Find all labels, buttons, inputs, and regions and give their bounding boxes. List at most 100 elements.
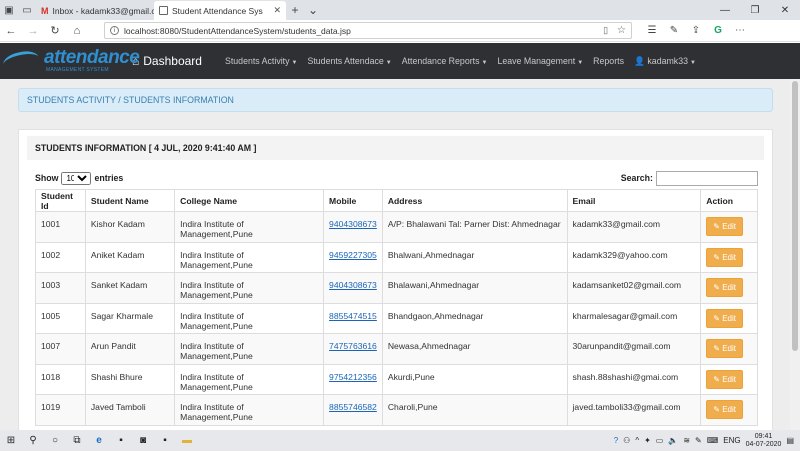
column-header[interactable]: Action (701, 190, 758, 212)
app-icon[interactable]: ◙ (132, 435, 154, 446)
edit-icon: ✎ (713, 283, 722, 292)
edit-button[interactable]: ✎ Edit (706, 370, 743, 389)
windows-start-icon[interactable]: ⊞ (0, 435, 22, 446)
notes-icon[interactable]: ✎ (664, 25, 684, 36)
url-field[interactable]: i localhost:8080/StudentAttendanceSystem… (104, 22, 632, 39)
address-cell: Bhalawani,Ahmednagar (382, 273, 567, 304)
app-navbar: attendance MANAGEMENT SYSTEM ⌂ Dashboard… (0, 43, 800, 79)
menu-attendance-reports[interactable]: Attendance Reports▼ (397, 56, 493, 67)
menu-leave-management[interactable]: Leave Management▼ (492, 56, 588, 67)
student-name-cell: Arun Pandit (85, 334, 174, 365)
column-header[interactable]: Mobile (324, 190, 383, 212)
page-icon (159, 6, 168, 15)
close-window-icon[interactable]: ✕ (770, 5, 800, 16)
column-header[interactable]: Student Id (36, 190, 86, 212)
dropbox-icon[interactable]: ✦ (644, 436, 651, 445)
tab-actions-icon[interactable]: ▣ (0, 0, 18, 20)
college-name-cell: Indira Institute of Management,Pune (175, 273, 324, 304)
column-header[interactable]: College Name (175, 190, 324, 212)
home-icon[interactable]: ⌂ (66, 25, 88, 37)
menu-students-attendance[interactable]: Students Attendace▼ (302, 56, 396, 67)
grammarly-icon[interactable]: G (708, 25, 728, 36)
restore-icon[interactable]: ❐ (740, 5, 770, 16)
mobile-link[interactable]: 8855474515 (324, 303, 383, 334)
tab-layout-icon[interactable]: ▭ (18, 0, 36, 20)
dashboard-label: Dashboard (143, 54, 202, 68)
notifications-icon[interactable]: ▤ (786, 436, 794, 445)
search-input[interactable] (656, 171, 758, 186)
mobile-link[interactable]: 9404308673 (324, 273, 383, 304)
edit-button[interactable]: ✎ Edit (706, 278, 743, 297)
chevron-up-icon[interactable]: ^ (635, 436, 639, 445)
column-header[interactable]: Email (567, 190, 701, 212)
terminal2-icon[interactable]: ▪ (154, 435, 176, 446)
entries-select[interactable]: 10 (61, 172, 91, 185)
favorite-star-icon[interactable]: ☆ (617, 25, 626, 36)
tab-list-chevron-icon[interactable]: ⌄ (304, 1, 322, 20)
caret-down-icon: ▼ (292, 60, 298, 66)
refresh-icon[interactable]: ↻ (44, 24, 66, 37)
browser-address-bar: ← → ↻ ⌂ i localhost:8080/StudentAttendan… (0, 20, 800, 42)
language-label[interactable]: ENG (723, 436, 740, 445)
column-header[interactable]: Student Name (85, 190, 174, 212)
clock[interactable]: 09:41 04-07-2020 (746, 433, 782, 449)
edit-icon: ✎ (713, 253, 722, 262)
edit-button[interactable]: ✎ Edit (706, 217, 743, 236)
dashboard-link[interactable]: ⌂ Dashboard (132, 54, 202, 68)
edit-button[interactable]: ✎ Edit (706, 400, 743, 419)
edit-icon: ✎ (713, 375, 722, 384)
help-icon[interactable]: ? (614, 436, 618, 445)
mobile-link[interactable]: 7475763616 (324, 334, 383, 365)
email-cell: javed.tamboli33@gmail.com (567, 395, 701, 426)
new-tab-button[interactable]: + (286, 1, 304, 20)
network-icon[interactable]: ▭ (656, 436, 664, 445)
panel-title: STUDENTS INFORMATION [ 4 JUL, 2020 9:41:… (27, 136, 764, 160)
people-icon[interactable]: ⚇ (623, 436, 630, 445)
mobile-link[interactable]: 9754212356 (324, 364, 383, 395)
search-icon[interactable]: ⚲ (22, 435, 44, 446)
caret-down-icon: ▼ (690, 60, 696, 66)
menu-user[interactable]: 👤 kadamk33▼ (629, 56, 701, 67)
mobile-link[interactable]: 9404308673 (324, 212, 383, 243)
college-name-cell: Indira Institute of Management,Pune (175, 364, 324, 395)
more-icon[interactable]: ⋯ (730, 25, 750, 36)
table-row: 1002Aniket KadamIndira Institute of Mana… (36, 242, 758, 273)
edit-button[interactable]: ✎ Edit (706, 309, 743, 328)
brand-logo[interactable]: attendance MANAGEMENT SYSTEM (0, 43, 124, 79)
close-tab-icon[interactable]: ✕ (273, 5, 281, 16)
task-view-icon[interactable]: ⧉ (66, 435, 88, 446)
volume-icon[interactable]: 🔈 (668, 436, 678, 445)
edit-button[interactable]: ✎ Edit (706, 339, 743, 358)
scrollbar-thumb[interactable] (792, 81, 798, 351)
edit-icon: ✎ (713, 314, 722, 323)
action-cell: ✎ Edit (701, 364, 758, 395)
edit-icon: ✎ (713, 222, 722, 231)
edge-icon[interactable]: e (88, 435, 110, 446)
minimize-icon[interactable]: — (710, 5, 740, 16)
table-row: 1003Sanket KadamIndira Institute of Mana… (36, 273, 758, 304)
share-icon[interactable]: ⇪ (686, 25, 706, 36)
page-scrollbar[interactable] (790, 79, 800, 430)
menu-students-activity[interactable]: Students Activity▼ (220, 56, 303, 67)
students-table: Student IdStudent NameCollege NameMobile… (35, 189, 758, 426)
info-icon[interactable]: i (110, 26, 119, 35)
keyboard-icon[interactable]: ⌨ (707, 436, 719, 445)
edit-button[interactable]: ✎ Edit (706, 248, 743, 267)
pen-icon[interactable]: ✎ (695, 436, 702, 445)
terminal-icon[interactable]: ▪ (110, 435, 132, 446)
mobile-link[interactable]: 8855746582 (324, 395, 383, 426)
menu-reports[interactable]: Reports (588, 56, 629, 67)
forward-icon[interactable]: → (22, 25, 44, 37)
tab-student-attendance[interactable]: Student Attendance Sys ✕ (154, 1, 286, 20)
students-panel: STUDENTS INFORMATION [ 4 JUL, 2020 9:41:… (18, 129, 773, 430)
mobile-link[interactable]: 9459227305 (324, 242, 383, 273)
tab-gmail[interactable]: M Inbox - kadamk33@gmail.com (36, 1, 154, 20)
email-cell: kadamsanket02@gmail.com (567, 273, 701, 304)
folder-icon[interactable]: ▬ (176, 435, 198, 446)
cortana-icon[interactable]: ○ (44, 435, 66, 446)
back-icon[interactable]: ← (0, 25, 22, 37)
column-header[interactable]: Address (382, 190, 567, 212)
wifi-icon[interactable]: ≋ (683, 436, 690, 445)
favorites-icon[interactable]: ☰ (642, 25, 662, 36)
reading-view-icon[interactable]: ▯ (603, 25, 608, 36)
